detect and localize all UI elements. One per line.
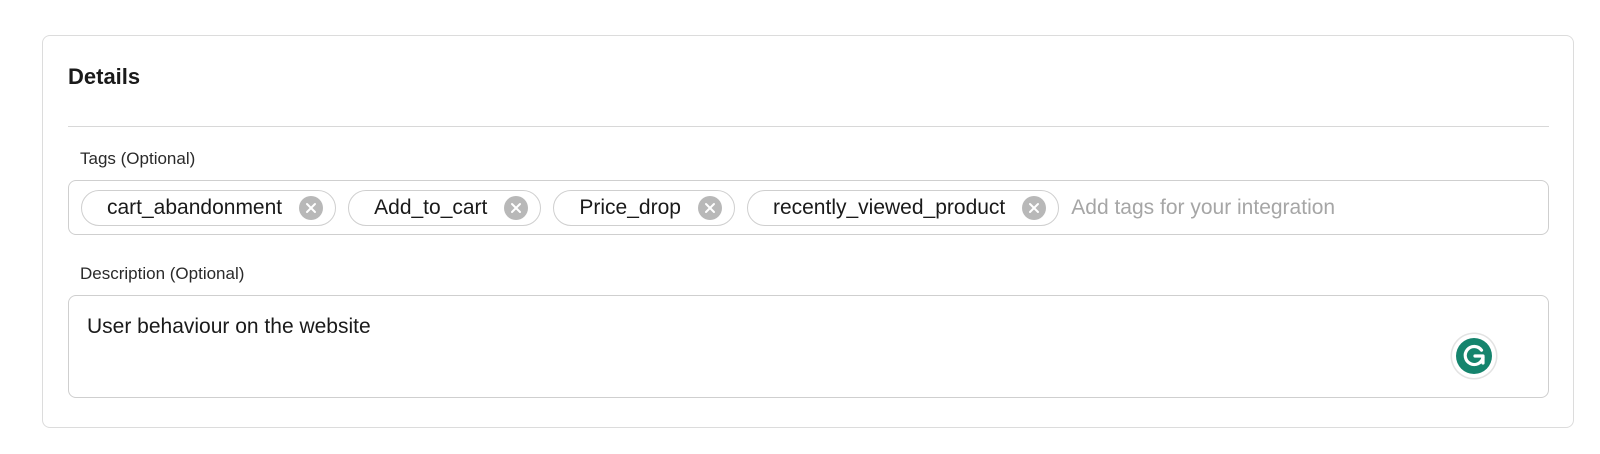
grammarly-icon[interactable] bbox=[1452, 334, 1496, 378]
tags-field[interactable]: cart_abandonment Add_to_cart Price_drop … bbox=[68, 180, 1549, 235]
tags-label: Tags (Optional) bbox=[80, 149, 196, 168]
remove-tag-icon[interactable] bbox=[697, 195, 722, 220]
tag-chip-label: cart_abandonment bbox=[107, 195, 283, 219]
tag-input[interactable] bbox=[1071, 195, 1472, 220]
remove-tag-icon[interactable] bbox=[1022, 195, 1047, 220]
tag-chip: Price_drop bbox=[553, 189, 735, 226]
description-textarea[interactable]: User behaviour on the website bbox=[68, 295, 1549, 398]
tag-chip-label: Price_drop bbox=[579, 195, 681, 219]
tag-chip-label: Add_to_cart bbox=[374, 195, 488, 219]
details-card: Details Tags (Optional) cart_abandonment… bbox=[42, 35, 1574, 428]
tag-chip: recently_viewed_product bbox=[746, 189, 1060, 226]
divider bbox=[68, 126, 1549, 127]
tag-chip: cart_abandonment bbox=[81, 189, 337, 226]
tag-chip-label: recently_viewed_product bbox=[772, 195, 1006, 219]
description-label: Description (Optional) bbox=[80, 264, 245, 283]
remove-tag-icon[interactable] bbox=[299, 195, 324, 220]
description-value: User behaviour on the website bbox=[87, 315, 371, 338]
tag-chip: Add_to_cart bbox=[348, 189, 542, 226]
remove-tag-icon[interactable] bbox=[504, 195, 529, 220]
section-title: Details bbox=[68, 64, 141, 89]
